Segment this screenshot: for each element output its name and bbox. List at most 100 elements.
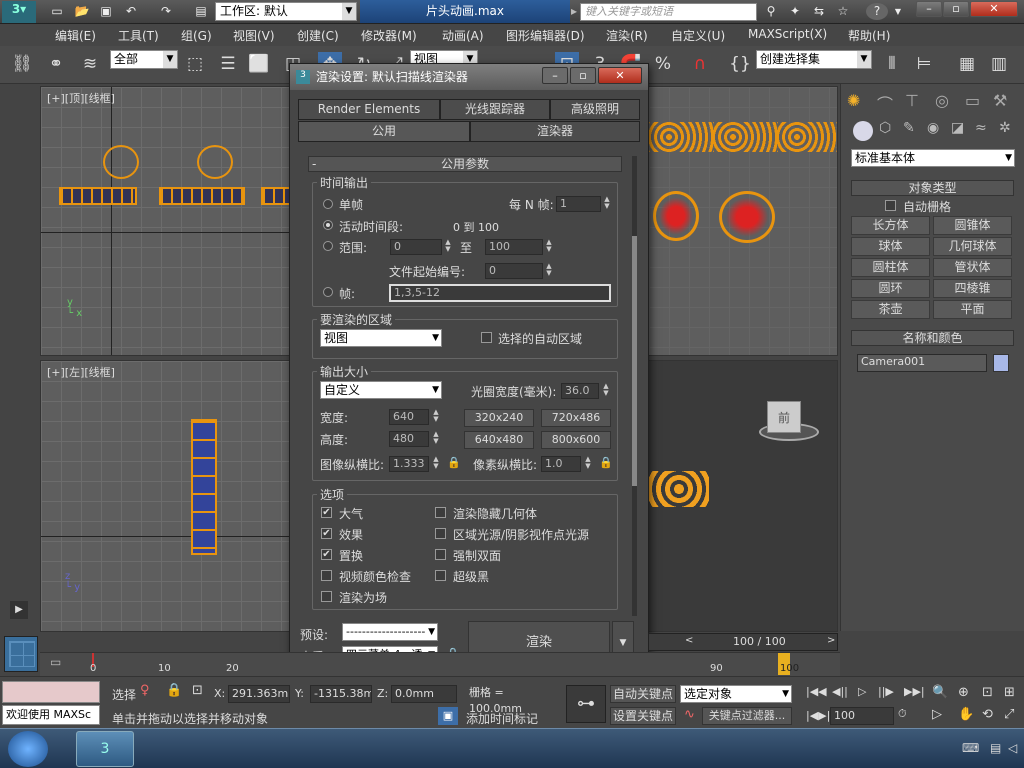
open-file-icon[interactable]: 📂 <box>73 3 91 20</box>
key-mode-dropdown[interactable]: 选定对象 ▼ <box>680 685 792 703</box>
volume-tray-icon[interactable]: ◁ <box>1008 741 1017 755</box>
x-coord-field[interactable]: 291.363mm <box>228 685 290 703</box>
lock-pixel-aspect-icon[interactable]: 🔒 <box>599 456 613 469</box>
undo-icon[interactable]: ↶ <box>122 3 140 20</box>
geosphere-button[interactable]: 几何球体 <box>933 237 1012 256</box>
preset-dropdown[interactable]: -------------------- ▼ <box>342 623 438 641</box>
space-warps-icon[interactable]: ≈ <box>975 120 987 136</box>
current-frame-field[interactable]: 100 <box>830 707 894 725</box>
menu-tools[interactable]: 工具(T) <box>118 27 159 44</box>
file-number-base-field[interactable]: 0 <box>485 263 543 279</box>
render-to-fields-checkbox[interactable] <box>321 591 332 602</box>
output-size-dropdown[interactable]: 自定义 ▼ <box>320 381 442 399</box>
menu-animation[interactable]: 动画(A) <box>442 27 484 44</box>
zoom-all-icon[interactable]: ⊕ <box>958 685 969 700</box>
named-selection-dropdown[interactable]: 创建选择集 ▼ <box>756 50 872 69</box>
area-lights-as-points-checkbox[interactable] <box>435 528 446 539</box>
range-start-field[interactable]: 0 <box>390 239 442 255</box>
area-to-render-dropdown[interactable]: 视图 ▼ <box>320 329 442 347</box>
helpers-icon[interactable]: ◪ <box>951 120 964 136</box>
spinner-snap-icon[interactable]: ∩ <box>688 52 712 76</box>
time-slider-prev-icon[interactable]: < <box>685 635 699 649</box>
maxscript-welcome[interactable]: 欢迎使用 MAXSc <box>2 705 100 725</box>
spinner-icon[interactable]: ▲ ▼ <box>544 263 554 279</box>
menu-help[interactable]: 帮助(H) <box>848 27 890 44</box>
tab-render-elements[interactable]: Render Elements <box>298 99 440 120</box>
go-to-end-icon[interactable]: ▶▶| <box>904 685 925 698</box>
systems-icon[interactable]: ✲ <box>999 120 1011 136</box>
display-tab-icon[interactable]: ▭ <box>965 91 980 110</box>
menu-views[interactable]: 视图(V) <box>233 27 275 44</box>
previous-frame-icon[interactable]: ◀|| <box>832 685 848 698</box>
app-logo-icon[interactable]: 3▾ <box>2 1 36 23</box>
spinner-icon[interactable]: ▲ ▼ <box>443 239 453 255</box>
shapes-icon[interactable]: ⬡ <box>879 120 891 136</box>
redo-icon[interactable]: ↷ <box>157 3 175 20</box>
pan-icon[interactable]: ✋ <box>958 707 974 722</box>
menu-edit[interactable]: 编辑(E) <box>55 27 96 44</box>
mini-curve-editor-icon[interactable]: ▭ <box>50 655 61 669</box>
layer-manager-icon[interactable]: ▦ <box>955 52 979 76</box>
start-button-icon[interactable] <box>8 731 48 767</box>
selection-lock-icon[interactable]: 🔒 <box>166 683 182 698</box>
zoom-icon[interactable]: 🔍 <box>932 685 948 700</box>
field-of-view-icon[interactable]: ▷ <box>932 707 942 722</box>
menu-modifiers[interactable]: 修改器(M) <box>361 27 417 44</box>
spinner-icon[interactable]: ▲ ▼ <box>583 456 593 472</box>
preset-640x480-button[interactable]: 640x480 <box>464 431 534 449</box>
active-time-radio[interactable] <box>323 220 333 230</box>
play-icon[interactable]: ▷ <box>858 685 866 698</box>
percent-snap-icon[interactable]: % <box>651 52 675 76</box>
motion-tab-icon[interactable]: ◎ <box>935 91 949 110</box>
set-key-icon[interactable]: ⊶ <box>566 685 606 723</box>
object-type-rollout[interactable]: 对象类型 <box>851 180 1014 196</box>
network-tray-icon[interactable]: ▤ <box>990 741 1001 755</box>
project-folder-icon[interactable]: ▤ <box>192 3 210 20</box>
exchange-icon[interactable]: ⇆ <box>810 3 828 20</box>
workspace-dropdown[interactable]: 工作区: 默认 ▼ <box>215 2 357 21</box>
help-dropdown-icon[interactable]: ▼ <box>889 3 907 20</box>
video-color-check-checkbox[interactable] <box>321 570 332 581</box>
viewport-perspective[interactable]: 前 <box>648 360 838 632</box>
image-aspect-field[interactable]: 1.333 <box>389 456 429 472</box>
zoom-extents-all-icon[interactable]: ⊞ <box>1004 685 1015 700</box>
tube-button[interactable]: 管状体 <box>933 258 1012 277</box>
common-parameters-rollout[interactable]: - 公用参数 <box>308 156 622 172</box>
add-time-tag-icon[interactable]: ▣ <box>438 707 458 725</box>
mirror-icon[interactable]: ⫴ <box>880 52 904 76</box>
add-time-tag[interactable]: 添加时间标记 <box>466 710 538 727</box>
time-slider-next-icon[interactable]: > <box>827 635 841 649</box>
favorites-star-icon[interactable]: ☆ <box>834 3 852 20</box>
select-by-name-icon[interactable]: ☰ <box>216 52 240 76</box>
utilities-tab-icon[interactable]: ⚒ <box>993 91 1007 110</box>
dialog-close-button[interactable]: ✕ <box>598 67 642 84</box>
geometry-category-dropdown[interactable]: 标准基本体 ▼ <box>851 149 1015 167</box>
link-icon[interactable]: ⛓ <box>10 52 34 76</box>
y-coord-field[interactable]: -1315.38m <box>310 685 372 703</box>
tab-renderer[interactable]: 渲染器 <box>470 121 640 142</box>
binoculars-icon[interactable]: ⚲ <box>762 3 780 20</box>
minimize-button[interactable]: – <box>916 1 942 17</box>
force-2-sided-checkbox[interactable] <box>435 549 446 560</box>
unlink-icon[interactable]: ⚭ <box>44 52 68 76</box>
object-name-field[interactable]: Camera001 <box>857 354 987 372</box>
menu-graph-editors[interactable]: 图形编辑器(D) <box>506 27 585 44</box>
auto-key-button[interactable]: 自动关键点 <box>610 685 676 703</box>
lock-aspect-icon[interactable]: 🔒 <box>447 456 461 469</box>
viewport-top-label[interactable]: [+][顶][线框] <box>47 90 115 106</box>
next-frame-icon[interactable]: ||▶ <box>878 685 894 698</box>
dialog-minimize-button[interactable]: – <box>542 67 568 84</box>
range-radio[interactable] <box>323 241 333 251</box>
pyramid-button[interactable]: 四棱锥 <box>933 279 1012 298</box>
spinner-icon[interactable]: ▲ ▼ <box>544 239 554 255</box>
modify-tab-icon[interactable]: ⌒ <box>877 91 893 115</box>
help-icon[interactable]: ? <box>866 3 888 20</box>
zoom-extents-icon[interactable]: ⊡ <box>982 685 993 700</box>
render-hidden-geometry-checkbox[interactable] <box>435 507 446 518</box>
spinner-icon[interactable]: ▲ ▼ <box>431 456 441 472</box>
expand-panel-icon[interactable]: ▶ <box>10 601 28 619</box>
maximize-viewport-icon[interactable]: ⤢ <box>1004 707 1014 722</box>
go-to-start-icon[interactable]: |◀◀ <box>806 685 827 698</box>
object-color-swatch[interactable] <box>993 354 1009 372</box>
cameras-icon[interactable]: ◉ <box>927 120 939 136</box>
